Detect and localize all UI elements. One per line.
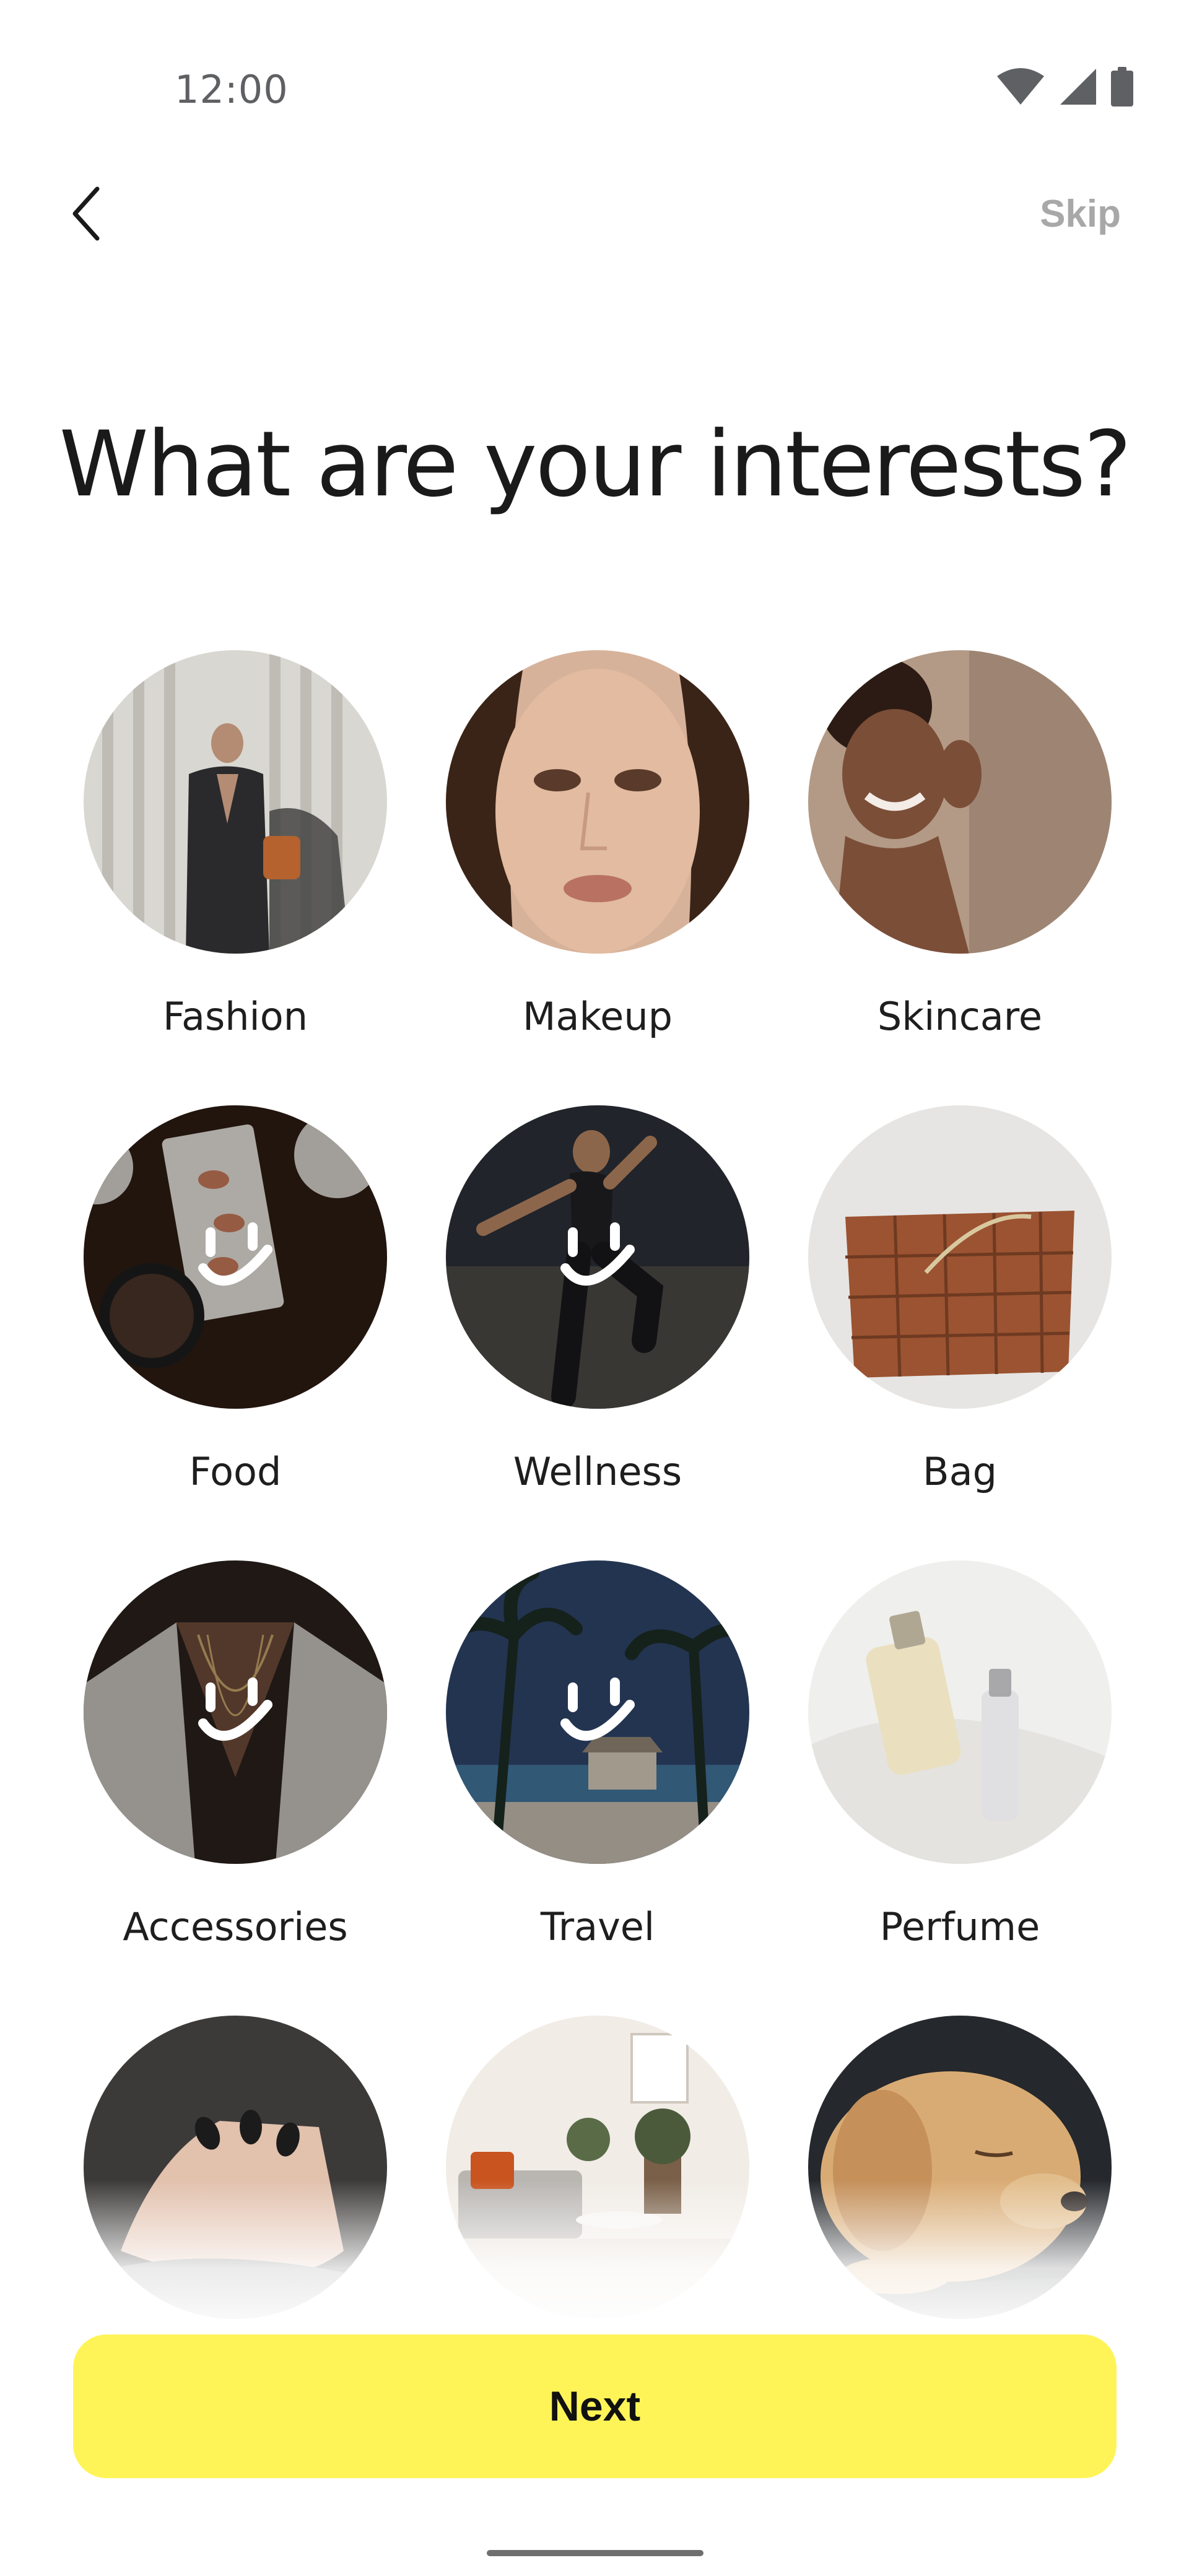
skip-button[interactable]: Skip bbox=[1040, 192, 1121, 236]
next-button-label: Next bbox=[549, 2383, 641, 2430]
selected-smile-icon bbox=[198, 1222, 272, 1286]
selected-smile-icon bbox=[560, 1677, 635, 1741]
wellness-image bbox=[446, 1105, 749, 1409]
status-bar: 12:00 bbox=[0, 0, 1189, 149]
interest-label: Bag bbox=[923, 1449, 997, 1494]
status-time: 12:00 bbox=[175, 67, 289, 112]
interest-label: Accessories bbox=[123, 1904, 348, 1949]
interest-label: Skincare bbox=[877, 994, 1043, 1039]
page-title: What are your interests? bbox=[59, 412, 1132, 517]
interest-label: Perfume bbox=[879, 1904, 1040, 1949]
interest-selection-screen: 12:00 Skip What are your interests? Fash… bbox=[0, 0, 1189, 2576]
fashion-image bbox=[84, 650, 387, 954]
wifi-icon bbox=[996, 67, 1045, 109]
interest-label: Travel bbox=[540, 1904, 655, 1949]
status-icons bbox=[996, 67, 1133, 110]
next-button[interactable]: Next bbox=[73, 2334, 1117, 2478]
selected-smile-icon bbox=[198, 1677, 272, 1741]
interest-label: Fashion bbox=[162, 994, 308, 1039]
back-button[interactable] bbox=[59, 180, 115, 248]
interest-label: Makeup bbox=[523, 994, 673, 1039]
travel-image bbox=[446, 1560, 749, 1864]
interest-label: Food bbox=[189, 1449, 282, 1494]
bottom-fade-overlay bbox=[0, 2180, 1189, 2341]
cellular-signal-icon bbox=[1059, 67, 1097, 109]
selected-smile-icon bbox=[560, 1222, 635, 1286]
skincare-image bbox=[808, 650, 1112, 954]
food-image bbox=[84, 1105, 387, 1409]
interest-label: Wellness bbox=[513, 1449, 682, 1494]
bag-image bbox=[808, 1105, 1112, 1409]
home-indicator[interactable] bbox=[487, 2550, 703, 2556]
makeup-image bbox=[446, 650, 749, 954]
chevron-left-icon bbox=[72, 186, 100, 241]
battery-icon bbox=[1111, 67, 1133, 110]
perfume-image bbox=[808, 1560, 1112, 1864]
accessories-image bbox=[84, 1560, 387, 1864]
